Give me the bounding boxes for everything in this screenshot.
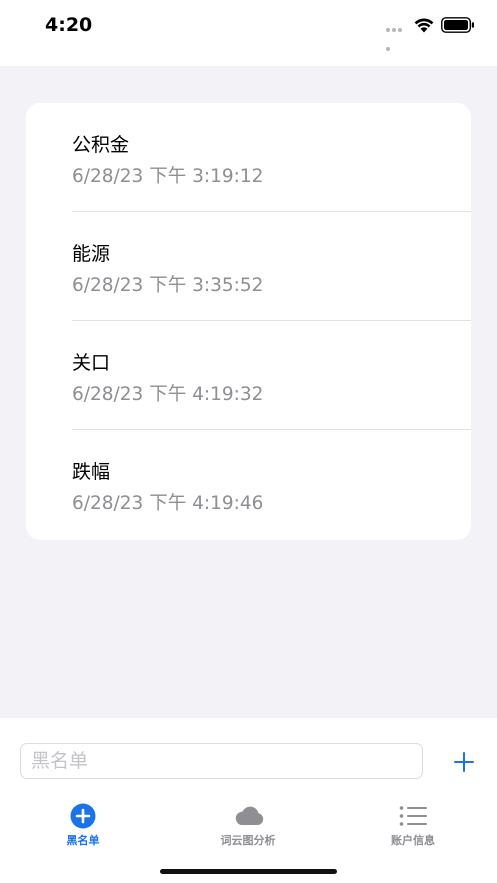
list-icon (399, 806, 427, 826)
plus-icon (454, 752, 474, 772)
cloud-icon (235, 806, 264, 825)
battery-icon (441, 17, 474, 33)
blacklist-list: 公积金 6/28/23 下午 3:19:12 能源 6/28/23 下午 3:3… (26, 103, 471, 540)
blacklist-input[interactable] (20, 743, 423, 779)
tab-label: 词云图分析 (220, 834, 276, 847)
tab-account[interactable]: 账户信息 (353, 798, 473, 850)
item-title: 跌幅 (72, 461, 111, 483)
wifi-icon (414, 18, 434, 33)
plus-circle-icon (70, 803, 96, 829)
status-time: 4:20 (45, 14, 93, 36)
item-title: 能源 (72, 243, 111, 265)
tab-blacklist[interactable]: 黑名单 (23, 798, 143, 850)
home-indicator (160, 869, 337, 874)
cellular-signal-icon (386, 28, 408, 51)
status-bar: 4:20 (0, 0, 497, 66)
list-item[interactable]: 关口 6/28/23 下午 4:19:32 (26, 321, 471, 430)
app-screen: 4:20 公积金 6/28/23 下午 3:19:12 能源 6/28/23 下… (0, 0, 497, 883)
item-timestamp: 6/28/23 下午 4:19:46 (72, 493, 264, 514)
tab-label: 账户信息 (391, 834, 435, 847)
item-title: 公积金 (72, 134, 130, 156)
list-item[interactable]: 跌幅 6/28/23 下午 4:19:46 (26, 430, 471, 539)
list-item[interactable]: 公积金 6/28/23 下午 3:19:12 (26, 103, 471, 212)
add-button[interactable] (450, 748, 478, 776)
tab-bar: 黑名单 词云图分析 账户信息 (0, 798, 497, 850)
tab-wordcloud[interactable]: 词云图分析 (188, 798, 308, 850)
list-item[interactable]: 能源 6/28/23 下午 3:35:52 (26, 212, 471, 321)
item-timestamp: 6/28/23 下午 4:19:32 (72, 384, 264, 405)
item-timestamp: 6/28/23 下午 3:19:12 (72, 166, 264, 187)
item-title: 关口 (72, 352, 111, 374)
bottom-panel: 黑名单 词云图分析 账户信息 (0, 718, 497, 883)
item-timestamp: 6/28/23 下午 3:35:52 (72, 275, 264, 296)
tab-label: 黑名单 (66, 834, 100, 847)
